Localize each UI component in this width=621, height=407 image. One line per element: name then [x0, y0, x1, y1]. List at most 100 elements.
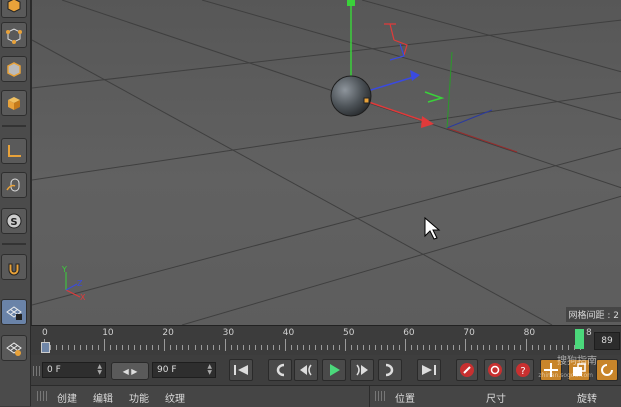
rotation-key-button[interactable] [596, 359, 618, 381]
go-to-end-button[interactable] [417, 359, 441, 381]
go-to-start-button[interactable] [229, 359, 253, 381]
end-frame-field[interactable]: 90 F ▲ ▼ [152, 362, 216, 378]
playhead-marker[interactable] [575, 329, 584, 349]
timeline-tick [441, 345, 443, 350]
menu-edit[interactable]: 编辑 [93, 390, 113, 405]
axis-tool-icon[interactable] [1, 138, 27, 164]
timeline-tick [399, 345, 401, 350]
scene-canvas: Y X Z [32, 0, 621, 325]
timeline-tick [266, 345, 268, 350]
timeline-tick [140, 345, 142, 350]
timeline-tick-label: 30 [222, 328, 235, 338]
timeline-tick [128, 345, 130, 350]
timeline-tick [320, 345, 322, 350]
autokey-button[interactable] [484, 359, 506, 381]
next-frame-button[interactable] [350, 359, 374, 381]
timeline-tick [116, 345, 118, 350]
keyframe-selection-button[interactable]: ? [512, 359, 534, 381]
next-key-button[interactable] [378, 359, 402, 381]
timeline-tick [230, 345, 232, 350]
start-frame-value: 0 F [47, 365, 61, 375]
timeline-tick [236, 345, 238, 350]
timeline-tick [200, 345, 202, 350]
timeline-tick [465, 339, 467, 351]
axis-label-y: Y [61, 265, 67, 274]
timeline-tick [447, 345, 449, 350]
timeline-tick [290, 345, 292, 350]
timeline-tick [68, 345, 70, 350]
start-frame-field[interactable]: 0 F ▲ ▼ [42, 362, 106, 378]
menu-create[interactable]: 创建 [57, 390, 77, 405]
viewport-3d[interactable]: Y X Z 网格间距 : 2 [31, 0, 621, 325]
coord-position-label: 位置 [395, 394, 415, 405]
mouse-cursor-icon [424, 216, 441, 240]
previous-key-icon [276, 363, 285, 377]
timeline-tick [381, 345, 383, 350]
menu-function[interactable]: 功能 [129, 390, 149, 405]
panel-grip [37, 391, 47, 401]
timeline-tick-label: 0 [42, 328, 48, 338]
timeline-tick [332, 345, 334, 350]
timeline-tick [375, 345, 377, 350]
timeline-tick [224, 339, 226, 351]
workplane-lock-icon[interactable] [1, 299, 27, 325]
snap-magnet-icon[interactable] [1, 254, 27, 280]
timeline-tick [543, 345, 545, 350]
current-frame-field[interactable]: 89 [594, 332, 620, 350]
tweak-mode-icon[interactable] [1, 172, 27, 198]
polygon-points-icon[interactable] [1, 22, 27, 48]
timeline-tick [152, 345, 154, 350]
record-active-objects-button[interactable] [456, 359, 478, 381]
polygon-faces-icon[interactable] [1, 90, 27, 116]
workplane-icon[interactable] [1, 335, 27, 361]
play-icon [330, 364, 340, 376]
timeline-tick [302, 345, 304, 350]
timeline-tick [459, 345, 461, 350]
timeline-tick [357, 345, 359, 350]
axis-label-x: X [80, 293, 86, 302]
timeline-tick [284, 339, 286, 351]
timeline-tick [531, 345, 533, 350]
cube-points-icon[interactable] [1, 0, 27, 18]
timeline-tick [483, 345, 485, 350]
timeline-tick [164, 339, 166, 351]
spinner-icon[interactable]: ▲ ▼ [97, 364, 102, 376]
record-key-icon [460, 363, 474, 377]
timeline-tick [417, 345, 419, 350]
timeline-tick [429, 345, 431, 350]
play-button[interactable] [322, 359, 346, 381]
svg-text:S: S [10, 217, 17, 228]
timeline-tick [507, 345, 509, 350]
timeline-start-handle[interactable] [41, 342, 50, 353]
timeline-tick [393, 345, 395, 350]
skip-start-icon [234, 365, 248, 375]
polygon-edges-icon[interactable] [1, 56, 27, 82]
previous-key-button[interactable] [268, 359, 292, 381]
range-slider[interactable]: ◀ ▶ [111, 362, 149, 380]
previous-frame-button[interactable] [294, 359, 318, 381]
panel-grip [375, 391, 385, 401]
timeline-ruler[interactable]: 0 10 20 30 40 50 60 70 80 8 89 [31, 325, 621, 356]
timeline-tick [338, 345, 340, 350]
coord-size-label: 尺寸 [486, 394, 506, 405]
timeline-tick [56, 345, 58, 350]
timeline-tick [387, 345, 389, 350]
timeline-tick [326, 345, 328, 350]
solo-icon[interactable]: S [1, 208, 27, 234]
timeline-tick [453, 345, 455, 350]
grid-spacing-label: 网格间距 : 2 [565, 307, 621, 322]
timeline-tick [477, 345, 479, 350]
timeline-tick [411, 345, 413, 350]
rotate-icon [601, 364, 613, 376]
timeline-tick [525, 339, 527, 351]
spinner-icon[interactable]: ▲ ▼ [207, 364, 212, 376]
timeline-tick [98, 345, 100, 350]
menu-texture[interactable]: 纹理 [165, 390, 185, 405]
timeline-tick [363, 345, 365, 350]
timeline-tick [405, 339, 407, 351]
timeline-tick [561, 345, 563, 350]
autokey-icon [488, 363, 502, 377]
timeline-tick [272, 345, 274, 350]
timeline-tick [513, 345, 515, 350]
timeline-tick [567, 345, 569, 350]
